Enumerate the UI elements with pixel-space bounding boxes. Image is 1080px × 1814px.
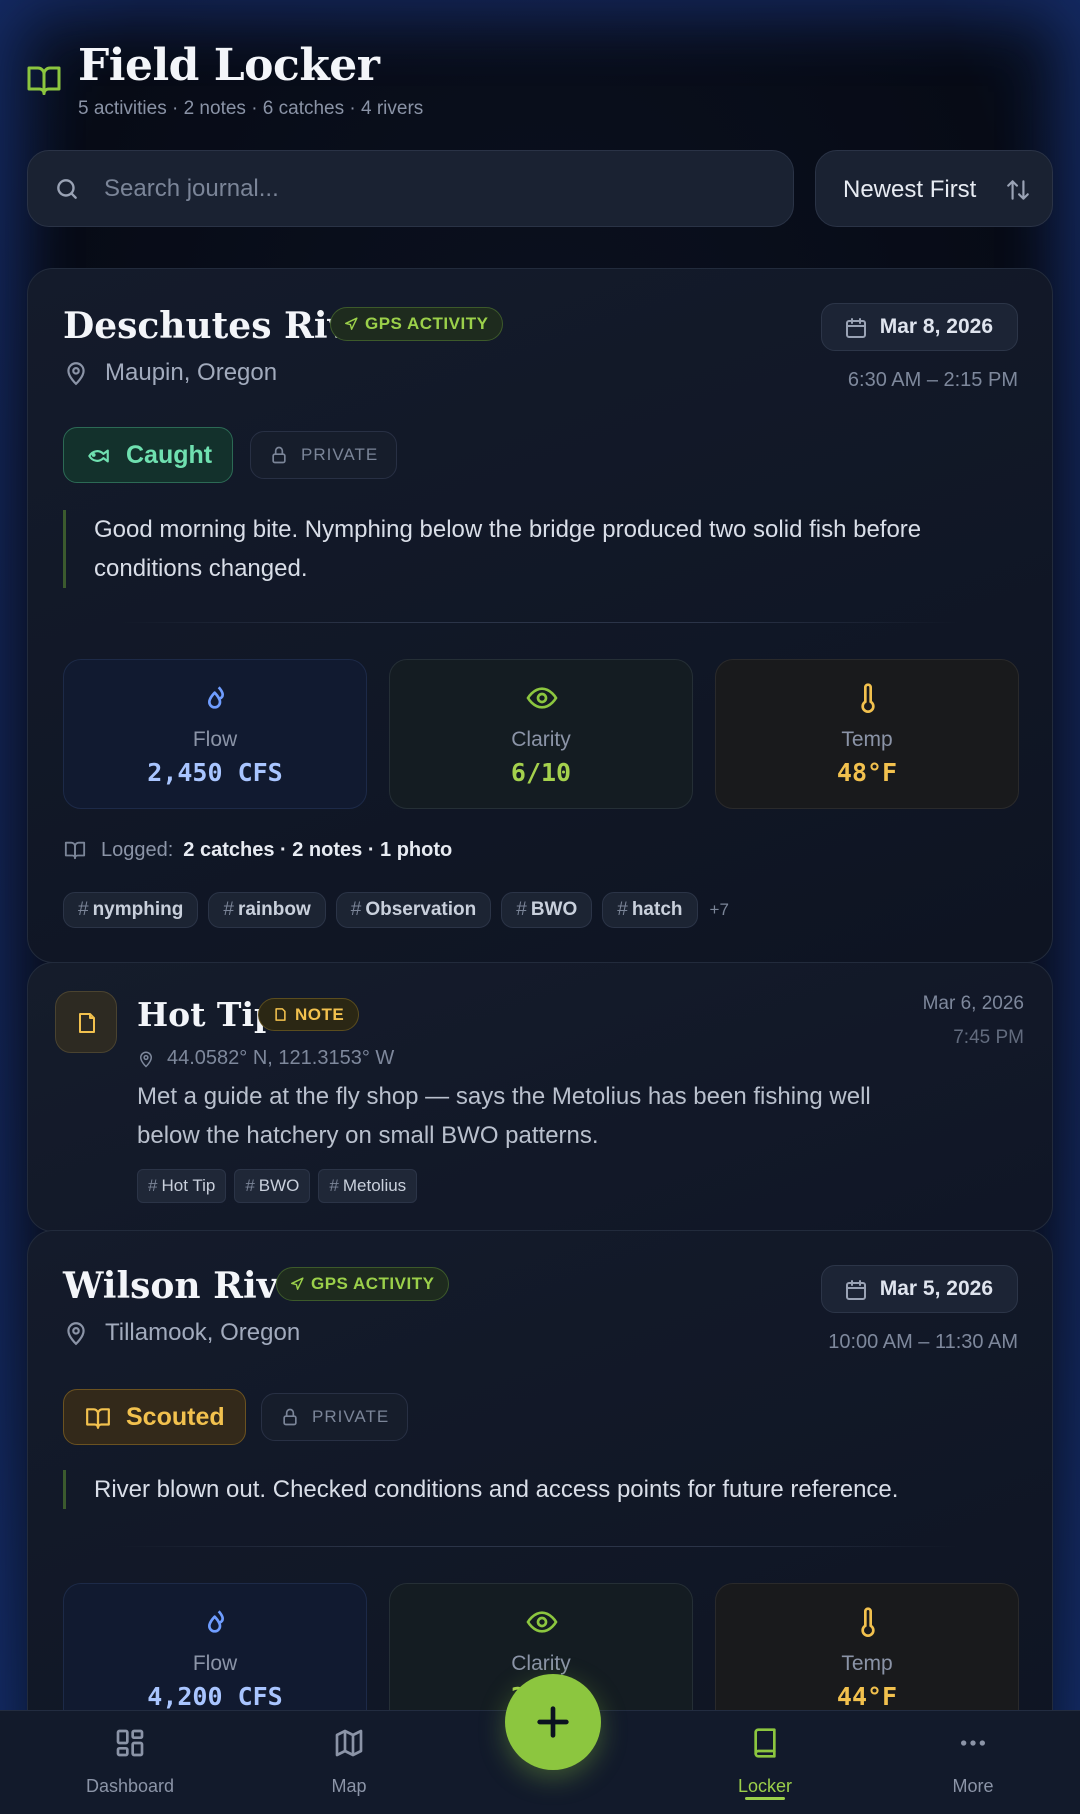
book-icon	[754, 1728, 776, 1758]
nav-item-map[interactable]: Map	[269, 1711, 429, 1814]
navigation-icon	[345, 317, 358, 330]
tag-chip[interactable]: # BWO	[501, 892, 593, 928]
note-tag-list: # Hot Tip # BWO # Metolius	[137, 1169, 418, 1203]
file-icon	[79, 1013, 95, 1033]
map-pin-icon	[67, 1322, 85, 1346]
file-icon	[275, 1008, 286, 1021]
nav-label: Locker	[737, 1776, 793, 1796]
note-title: Hot Tip	[137, 995, 278, 1034]
tag-chip[interactable]: # BWO	[234, 1169, 311, 1203]
date-pill: Mar 5, 2026	[820, 1265, 1018, 1313]
time-range: 10:00 AM – 11:30 AM	[828, 1331, 1018, 1353]
more-tags-count[interactable]: +7	[710, 900, 729, 920]
droplets-icon	[208, 686, 224, 709]
temp-value: 44°F	[836, 1682, 898, 1711]
note-coordinates: 44.0582° N, 121.3153° W	[137, 1047, 394, 1070]
clarity-value: 6/10	[510, 758, 572, 787]
tag-chip[interactable]: # rainbow	[208, 892, 326, 928]
clarity-label: Clarity	[511, 728, 571, 751]
note-time: 7:45 PM	[953, 1027, 1024, 1048]
page-title: Field Locker	[78, 40, 380, 91]
sort-icon	[1007, 180, 1029, 200]
nav-item-dashboard[interactable]: Dashboard	[50, 1711, 210, 1814]
search-icon	[57, 179, 77, 199]
tag-chip[interactable]: # Hot Tip	[137, 1169, 227, 1203]
eye-icon	[526, 1611, 558, 1633]
private-badge: PRIVATE	[250, 431, 398, 479]
page-subtitle: 5 activities · 2 notes · 6 catches · 4 r…	[78, 98, 424, 119]
nav-label: Dashboard	[85, 1776, 175, 1796]
navigation-icon	[291, 1277, 304, 1290]
sort-button[interactable]: Newest First	[815, 150, 1053, 227]
gps-activity-badge: GPS ACTIVITY	[276, 1267, 450, 1301]
status-badge-scouted: Scouted	[63, 1389, 246, 1445]
nav-item-locker[interactable]: Locker	[685, 1711, 845, 1814]
book-open-icon	[27, 66, 61, 95]
clarity-metric: Clarity 6/10	[389, 659, 693, 809]
book-open-icon	[86, 1408, 110, 1429]
activity-summary: River blown out. Checked conditions and …	[63, 1470, 983, 1509]
lock-icon	[272, 446, 286, 464]
add-entry-button[interactable]	[505, 1674, 601, 1770]
activity-card[interactable]: Deschutes River GPS ACTIVITY Maupin, Ore…	[27, 268, 1053, 963]
lock-icon	[283, 1408, 297, 1426]
active-indicator	[745, 1797, 785, 1800]
nav-item-more[interactable]: More	[893, 1711, 1053, 1814]
plus-icon	[537, 1706, 569, 1738]
calendar-icon	[845, 1280, 866, 1300]
temp-value: 48°F	[836, 758, 898, 787]
search-input[interactable]	[104, 151, 764, 226]
private-badge: PRIVATE	[261, 1393, 409, 1441]
location-label: Maupin, Oregon	[63, 359, 277, 387]
tag-chip[interactable]: # Metolius	[318, 1169, 418, 1203]
calendar-icon	[845, 318, 866, 338]
note-date: Mar 6, 2026	[922, 993, 1024, 1014]
fish-icon	[88, 449, 109, 463]
search-box[interactable]	[27, 150, 794, 227]
more-icon	[961, 1740, 985, 1746]
nav-label: More	[952, 1776, 994, 1796]
divider	[118, 622, 958, 623]
tag-chip[interactable]: # nymphing	[63, 892, 199, 928]
eye-icon	[526, 687, 558, 709]
droplets-icon	[208, 1610, 224, 1633]
logged-summary: Logged: 2 catches · 2 notes · 1 photo	[63, 839, 452, 862]
temp-label: Temp	[841, 1652, 893, 1675]
map-pin-icon	[67, 362, 85, 386]
flow-label: Flow	[192, 1652, 238, 1675]
gps-activity-badge: GPS ACTIVITY	[330, 307, 504, 341]
flow-value: 4,200 CFS	[147, 1682, 283, 1711]
divider	[118, 1546, 958, 1547]
book-open-icon	[64, 841, 86, 860]
time-range: 6:30 AM – 2:15 PM	[847, 369, 1018, 391]
grid-icon	[116, 1729, 144, 1757]
map-icon	[335, 1729, 363, 1757]
note-body: Met a guide at the fly shop — says the M…	[137, 1083, 871, 1149]
nav-label: Map	[331, 1776, 367, 1796]
date-pill: Mar 8, 2026	[820, 303, 1018, 351]
activity-summary: Good morning bite. Nymphing below the br…	[63, 510, 983, 588]
clarity-label: Clarity	[511, 1652, 571, 1675]
note-badge: NOTE	[258, 998, 360, 1031]
flow-value: 2,450 CFS	[147, 758, 283, 787]
note-card[interactable]: Hot Tip NOTE Mar 6, 2026 7:45 PM 44.0582…	[27, 962, 1053, 1232]
note-icon-tile	[55, 991, 117, 1053]
thermometer-icon	[861, 1607, 875, 1637]
flow-metric: Flow 2,450 CFS	[63, 659, 367, 809]
thermometer-icon	[861, 683, 875, 713]
status-badge-caught: Caught	[63, 427, 234, 483]
temp-label: Temp	[841, 728, 893, 751]
sort-label: Newest First	[843, 176, 977, 203]
tag-chip[interactable]: # hatch	[602, 892, 698, 928]
tag-list: # nymphing # rainbow # Observation # BWO # ha…	[63, 892, 729, 928]
temp-metric: Temp 48°F	[715, 659, 1019, 809]
map-pin-icon	[139, 1051, 153, 1068]
location-label: Tillamook, Oregon	[63, 1319, 300, 1347]
flow-label: Flow	[192, 728, 238, 751]
tag-chip[interactable]: # Observation	[335, 892, 492, 928]
